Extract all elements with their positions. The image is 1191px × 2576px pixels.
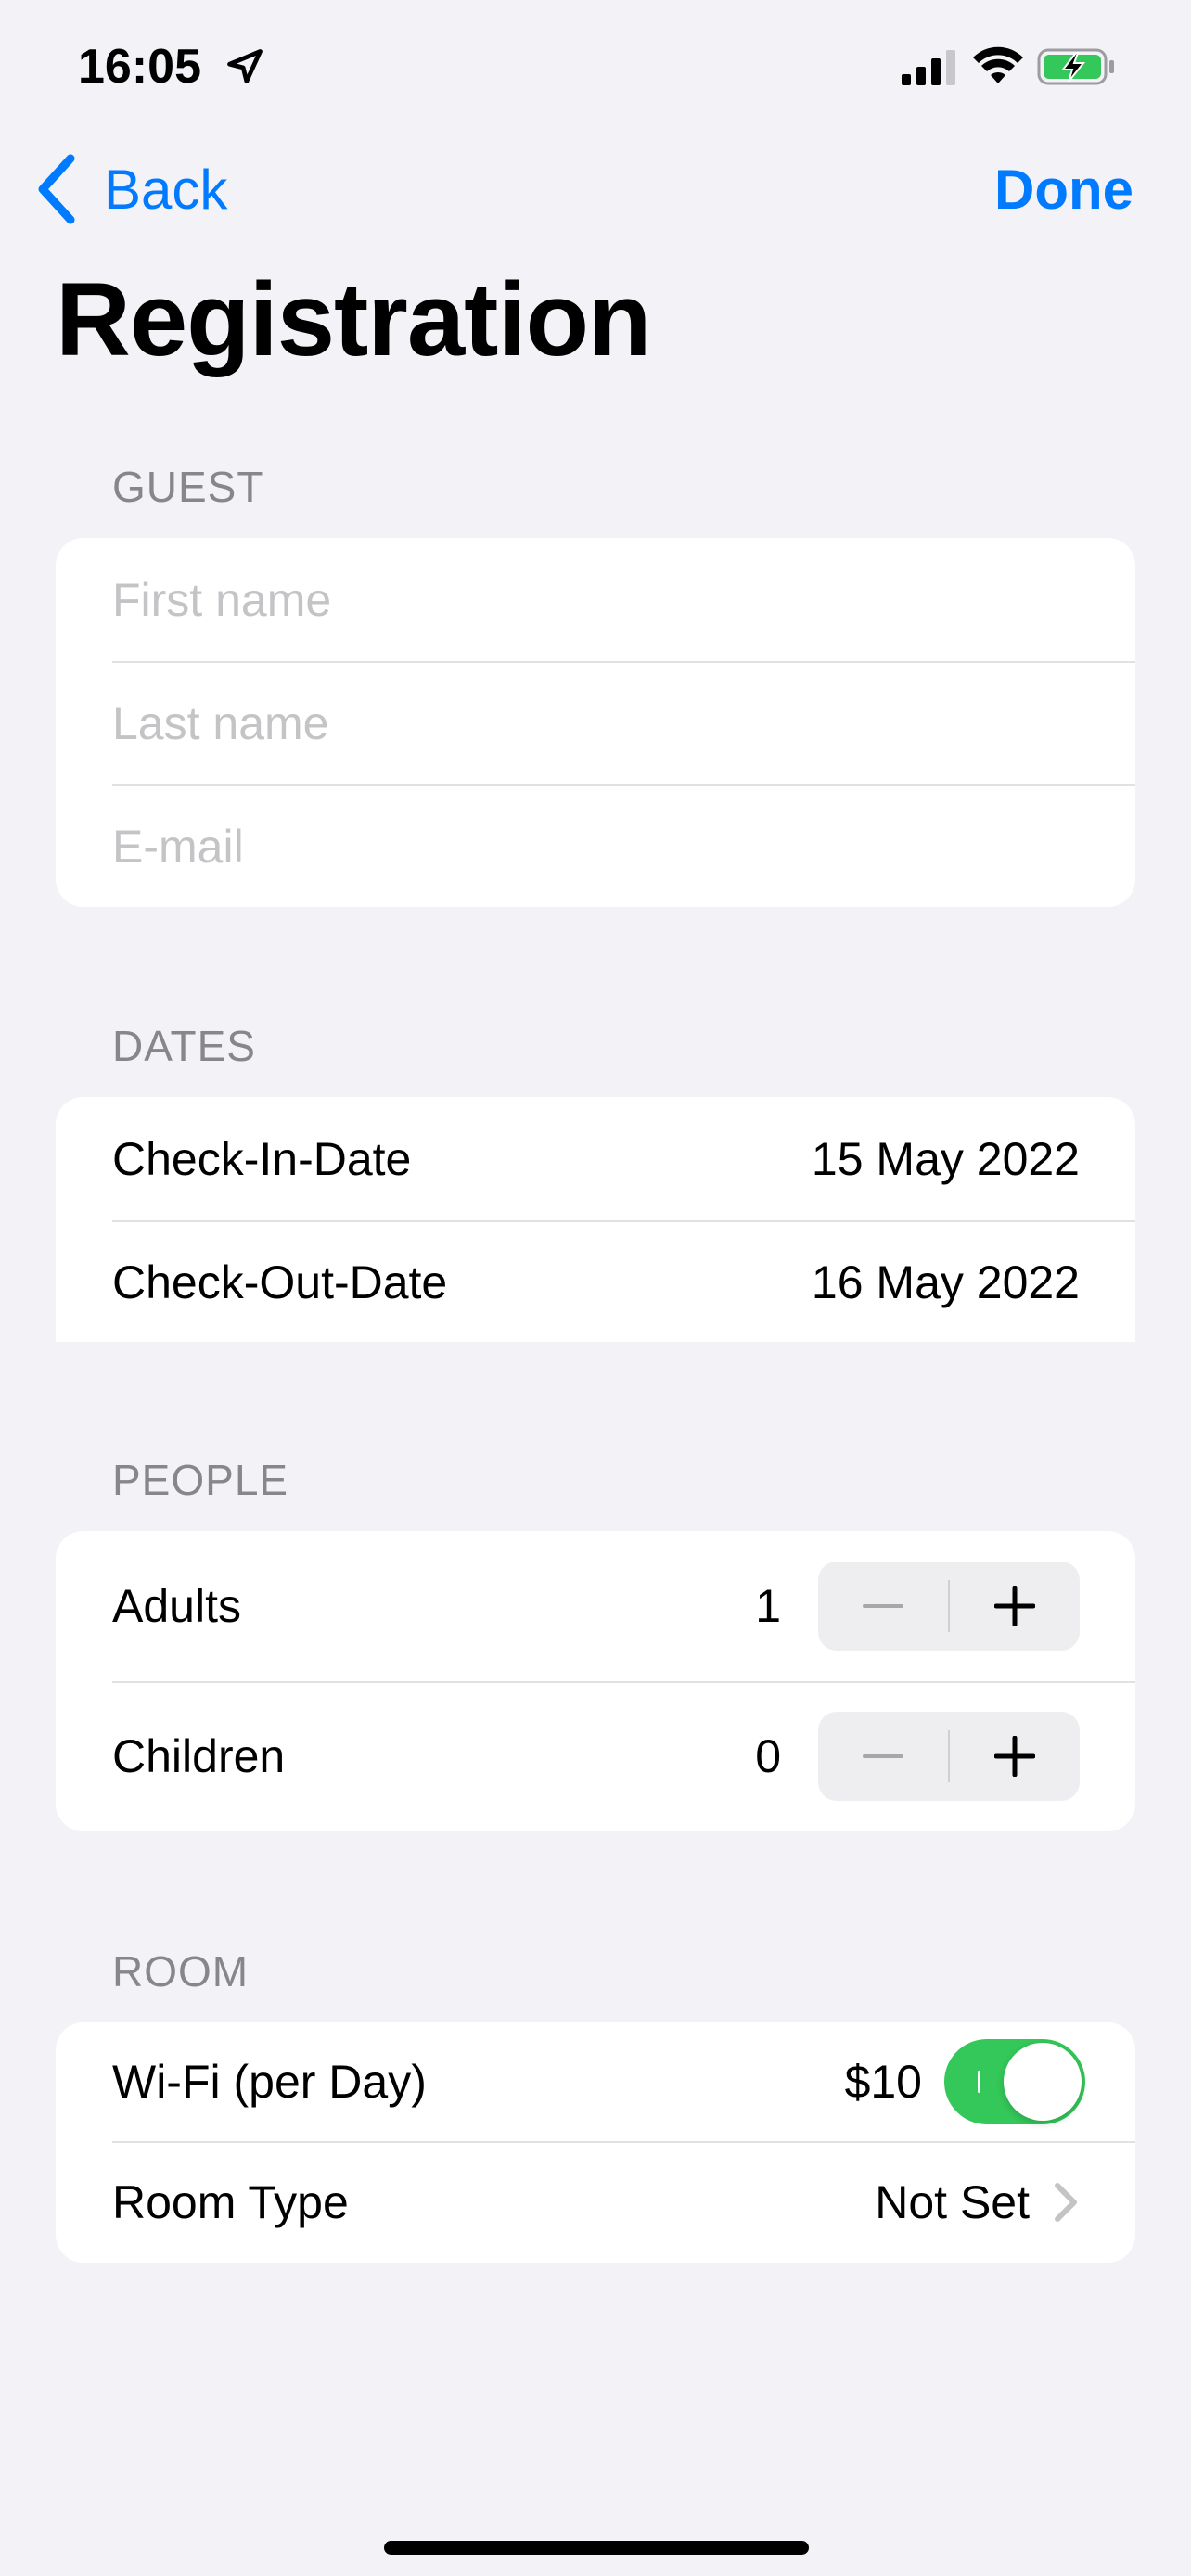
children-decrement-button[interactable] [818, 1712, 948, 1801]
people-card: Adults 1 Children 0 [56, 1531, 1135, 1831]
toggle-on-mark [978, 2071, 980, 2093]
adults-count: 1 [755, 1580, 781, 1632]
children-stepper [818, 1712, 1080, 1801]
children-count: 0 [755, 1730, 781, 1782]
dates-card: Check-In-Date 15 May 2022 Check-Out-Date… [56, 1097, 1135, 1342]
adults-decrement-button[interactable] [818, 1562, 948, 1651]
last-name-row [56, 661, 1135, 784]
first-name-field[interactable] [112, 572, 1080, 627]
adults-increment-button[interactable] [950, 1562, 1080, 1651]
children-row: Children 0 [56, 1681, 1135, 1831]
room-type-row[interactable]: Room Type Not Set [56, 2141, 1135, 2263]
back-button[interactable]: Back [33, 152, 227, 226]
guest-section-header: GUEST [112, 463, 264, 511]
done-button[interactable]: Done [994, 152, 1133, 226]
last-name-field[interactable] [112, 695, 1080, 750]
battery-charging-icon [1037, 48, 1114, 85]
plus-icon [994, 1736, 1035, 1777]
check-out-label: Check-Out-Date [112, 1256, 448, 1308]
wifi-row: Wi-Fi (per Day) $10 [56, 2022, 1135, 2141]
check-out-row[interactable]: Check-Out-Date 16 May 2022 [56, 1220, 1135, 1342]
plus-icon [994, 1586, 1035, 1626]
toggle-knob [1004, 2043, 1082, 2121]
email-row [56, 784, 1135, 907]
children-increment-button[interactable] [950, 1712, 1080, 1801]
status-bar: 16:05 [0, 0, 1191, 139]
children-label: Children [112, 1730, 286, 1782]
first-name-row [56, 538, 1135, 661]
adults-stepper [818, 1562, 1080, 1651]
wifi-price: $10 [844, 2056, 922, 2108]
minus-icon [863, 1604, 903, 1608]
check-in-label: Check-In-Date [112, 1132, 412, 1185]
wifi-label: Wi-Fi (per Day) [112, 2056, 427, 2108]
status-time: 16:05 [78, 40, 201, 94]
room-type-value: Not Set [875, 2175, 1030, 2228]
page-title: Registration [56, 261, 651, 377]
back-button-label: Back [104, 158, 228, 221]
adults-label: Adults [112, 1580, 241, 1632]
room-card: Wi-Fi (per Day) $10 Room Type Not Set [56, 2022, 1135, 2263]
home-indicator[interactable] [384, 2541, 809, 2555]
dates-section-header: DATES [112, 1022, 256, 1070]
cellular-signal-icon [902, 50, 955, 85]
guest-card [56, 538, 1135, 907]
room-type-label: Room Type [112, 2175, 349, 2228]
location-arrow-icon [227, 49, 263, 83]
room-section-header: ROOM [112, 1947, 250, 1996]
done-button-label: Done [994, 158, 1133, 221]
people-section-header: PEOPLE [112, 1456, 289, 1504]
wifi-toggle[interactable] [944, 2039, 1085, 2124]
adults-row: Adults 1 [56, 1531, 1135, 1681]
wifi-icon [973, 46, 1023, 83]
check-in-value[interactable]: 15 May 2022 [812, 1132, 1080, 1186]
chevron-left-icon [38, 154, 75, 224]
check-in-row[interactable]: Check-In-Date 15 May 2022 [56, 1097, 1135, 1220]
minus-icon [863, 1754, 903, 1758]
email-field[interactable] [112, 819, 1080, 874]
check-out-value[interactable]: 16 May 2022 [812, 1256, 1080, 1309]
chevron-right-icon [1055, 2182, 1077, 2222]
